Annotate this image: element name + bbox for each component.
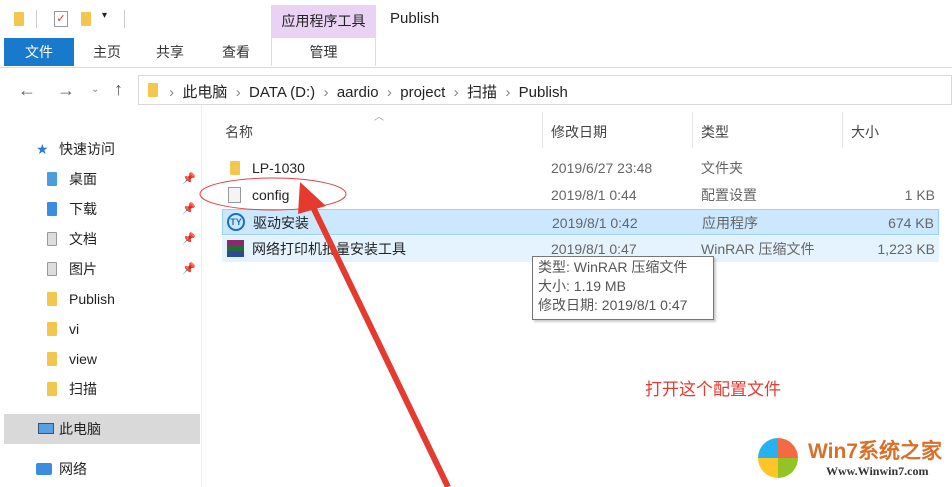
annotation-text: 打开这个配置文件: [645, 380, 781, 399]
annotation-overlay: [199, 177, 451, 487]
windows-logo-icon: [758, 438, 798, 478]
watermark-logo: Win7系统之家 Www.Winwin7.com: [752, 432, 952, 487]
arrow-head-icon: [298, 182, 326, 214]
red-arrow: [309, 203, 451, 487]
